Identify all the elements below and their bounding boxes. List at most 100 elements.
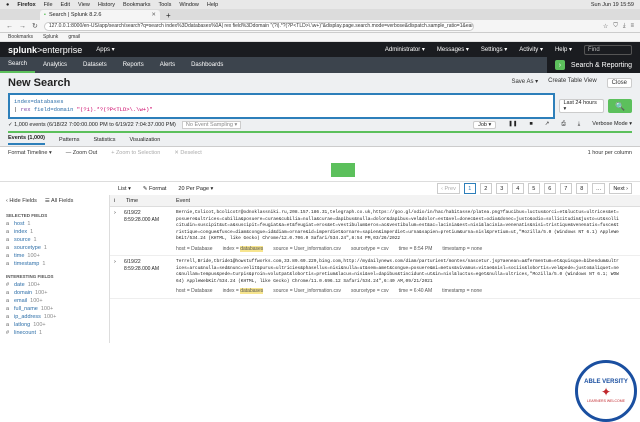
apps-menu[interactable]: Apps ▾ bbox=[96, 46, 114, 53]
forward-icon[interactable]: → bbox=[19, 23, 26, 30]
new-tab-icon[interactable]: + bbox=[160, 11, 177, 20]
event-sampling-dropdown[interactable]: No Event Sampling ▾ bbox=[181, 121, 242, 129]
hide-fields-button[interactable]: ‹ Hide Fields bbox=[6, 198, 37, 204]
expand-icon[interactable]: › bbox=[110, 210, 124, 252]
per-page-menu[interactable]: 20 Per Page ▾ bbox=[178, 186, 213, 192]
nav-dashboards[interactable]: Dashboards bbox=[183, 57, 231, 73]
meta-index[interactable]: index = databases bbox=[223, 245, 264, 253]
all-fields-button[interactable]: ☰ All Fields bbox=[45, 198, 73, 204]
nav-analytics[interactable]: Analytics bbox=[35, 57, 75, 73]
menu-tools[interactable]: Tools bbox=[159, 2, 172, 8]
page-button[interactable]: 8 bbox=[575, 183, 588, 194]
shield-icon[interactable]: ⛉ bbox=[613, 23, 618, 30]
meta-source[interactable]: source = User_information.csv bbox=[273, 288, 341, 295]
splunk-logo[interactable]: splunk>enterprise bbox=[8, 45, 82, 55]
list-view-menu[interactable]: List ▾ bbox=[118, 186, 131, 192]
field-item[interactable]: a host 1 bbox=[6, 220, 109, 228]
back-icon[interactable]: ← bbox=[6, 23, 13, 30]
find-input[interactable]: Find bbox=[584, 44, 632, 55]
nav-search[interactable]: Search bbox=[0, 57, 36, 73]
share-icon[interactable]: ↗ bbox=[545, 121, 550, 129]
download-icon[interactable]: ⤓ bbox=[623, 23, 626, 30]
timeline-chart[interactable] bbox=[0, 159, 640, 181]
menu-view[interactable]: View bbox=[78, 2, 90, 8]
pause-icon[interactable]: ❚❚ bbox=[508, 121, 517, 129]
field-item[interactable]: a source 1 bbox=[6, 236, 109, 244]
reload-icon[interactable]: ↻ bbox=[32, 22, 38, 30]
menu-bookmarks[interactable]: Bookmarks bbox=[123, 2, 151, 8]
page-button[interactable]: 7 bbox=[559, 183, 572, 194]
nav-reports[interactable]: Reports bbox=[115, 57, 152, 73]
help-menu[interactable]: Help ▾ bbox=[555, 46, 572, 53]
event-row[interactable]: › 6/19/22 8:59:28.000 AM Bernie,Colicot,bco… bbox=[110, 207, 640, 256]
search-button[interactable]: 🔍 bbox=[608, 99, 632, 113]
bookmark-splunk[interactable]: Splunk bbox=[43, 34, 58, 40]
field-item[interactable]: a ip_address 100+ bbox=[6, 313, 109, 321]
stop-icon[interactable]: ■ bbox=[529, 121, 532, 129]
meta-timestamp[interactable]: timestamp = none bbox=[442, 288, 482, 295]
field-item[interactable]: a full_name 100+ bbox=[6, 305, 109, 313]
next-page-button[interactable]: Next › bbox=[609, 183, 632, 194]
field-item[interactable]: a domain 100+ bbox=[6, 289, 109, 297]
meta-host[interactable]: host = Database bbox=[176, 246, 213, 253]
meta-sourcetype[interactable]: sourcetype = csv bbox=[351, 288, 389, 295]
tab-visualization[interactable]: Visualization bbox=[130, 137, 161, 143]
menu-edit[interactable]: Edit bbox=[61, 2, 70, 8]
time-range-picker[interactable]: Last 24 hours ▾ bbox=[558, 99, 605, 113]
export-icon[interactable]: ⤓ bbox=[578, 121, 580, 129]
tab-patterns[interactable]: Patterns bbox=[59, 137, 79, 143]
page-button[interactable]: 2 bbox=[479, 183, 492, 194]
nav-alerts[interactable]: Alerts bbox=[152, 57, 183, 73]
field-item[interactable]: a index 1 bbox=[6, 228, 109, 236]
search-input[interactable]: index=databases | rex field=domain "(?i)… bbox=[8, 93, 555, 119]
close-tab-icon[interactable]: ✕ bbox=[151, 12, 156, 18]
expand-icon[interactable]: › bbox=[110, 259, 124, 295]
page-button[interactable]: 6 bbox=[543, 183, 556, 194]
activity-menu[interactable]: Activity ▾ bbox=[519, 46, 543, 53]
address-bar[interactable]: 127.0.0.1:8000/en-US/app/search/search?q… bbox=[43, 21, 474, 31]
zoom-out-button[interactable]: — Zoom Out bbox=[66, 150, 97, 156]
job-menu[interactable]: Job ▾ bbox=[473, 121, 497, 129]
meta-time[interactable]: time = 6:40 AM bbox=[399, 288, 433, 295]
event-row[interactable]: › 6/19/22 8:59:28.000 AM Terrell,Bride,tbri… bbox=[110, 256, 640, 299]
timeline-bar[interactable] bbox=[331, 163, 355, 177]
nav-datasets[interactable]: Datasets bbox=[75, 57, 115, 73]
field-item[interactable]: a timestamp 1 bbox=[6, 260, 109, 268]
zoom-selection-button[interactable]: + Zoom to Selection bbox=[111, 150, 160, 156]
prev-page-button[interactable]: ‹ Prev bbox=[437, 183, 460, 194]
settings-menu[interactable]: Settings ▾ bbox=[481, 46, 507, 53]
col-time[interactable]: Time bbox=[124, 198, 176, 204]
verbose-mode-dropdown[interactable]: Verbose Mode ▾ bbox=[592, 121, 632, 129]
page-button[interactable]: 4 bbox=[511, 183, 524, 194]
deselect-button[interactable]: ✕ Deselect bbox=[174, 150, 202, 156]
field-item[interactable]: # linecount 1 bbox=[6, 329, 109, 337]
menu-file[interactable]: File bbox=[44, 2, 53, 8]
meta-timestamp[interactable]: timestamp = none bbox=[442, 246, 482, 253]
meta-source[interactable]: source = User_information.csv bbox=[273, 246, 341, 253]
field-item[interactable]: a email 100+ bbox=[6, 297, 109, 305]
tab-events[interactable]: Events (1,000) bbox=[8, 135, 45, 145]
create-table-button[interactable]: Create Table View bbox=[548, 78, 596, 88]
menu-icon[interactable]: ≡ bbox=[630, 23, 634, 30]
menu-window[interactable]: Window bbox=[179, 2, 199, 8]
bookmark-bookmarks[interactable]: Bookmarks bbox=[8, 34, 33, 40]
menu-help[interactable]: Help bbox=[207, 2, 218, 8]
admin-menu[interactable]: Administrator ▾ bbox=[385, 46, 425, 53]
field-item[interactable]: a latlong 100+ bbox=[6, 321, 109, 329]
page-button[interactable]: 5 bbox=[527, 183, 540, 194]
print-icon[interactable]: ⎙ bbox=[561, 121, 565, 129]
apple-icon[interactable]: ● bbox=[6, 2, 9, 8]
menu-history[interactable]: History bbox=[98, 2, 115, 8]
meta-host[interactable]: host = Database bbox=[176, 288, 213, 295]
format-timeline-menu[interactable]: Format Timeline ▾ bbox=[8, 150, 52, 156]
menu-firefox[interactable]: Firefox bbox=[17, 2, 35, 8]
field-item[interactable]: # date 100+ bbox=[6, 281, 109, 289]
page-button[interactable]: 3 bbox=[495, 183, 508, 194]
field-item[interactable]: a time 100+ bbox=[6, 252, 109, 260]
meta-index[interactable]: index = databases bbox=[223, 288, 264, 295]
bookmark-gmail[interactable]: gmail bbox=[68, 34, 80, 40]
close-button[interactable]: Close bbox=[606, 78, 632, 88]
messages-menu[interactable]: Messages ▾ bbox=[437, 46, 469, 53]
tab-statistics[interactable]: Statistics bbox=[93, 137, 115, 143]
save-as-menu[interactable]: Save As ▾ bbox=[511, 78, 538, 88]
